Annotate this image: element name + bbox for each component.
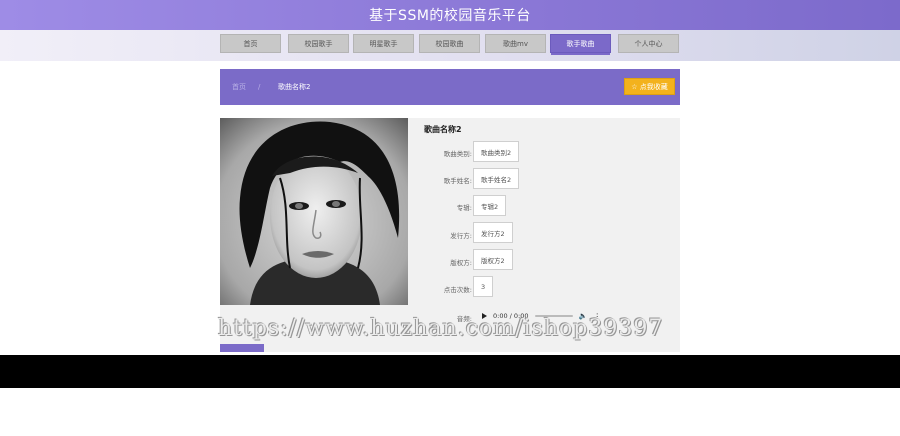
breadcrumb-separator: / [258,83,261,91]
song-detail-panel: 歌曲名称2 歌曲类别: 歌曲类别2 歌手姓名: 歌手姓名2 专辑: 专辑2 发行… [220,118,680,352]
volume-icon[interactable]: 🔈 [579,312,588,320]
nav-item-song-mv[interactable]: 歌曲mv [485,34,546,53]
play-icon[interactable] [482,313,487,319]
site-header: 基于SSM的校园音乐平台 [0,0,900,30]
field-label-singer: 歌手姓名: [443,177,472,185]
field-label-category: 歌曲类别: [443,150,472,158]
nav-item-campus-singers[interactable]: 校园歌手 [288,34,349,53]
breadcrumb-home-link[interactable]: 首页 [232,82,246,92]
field-label-album: 专辑: [456,204,472,212]
field-label-copyright: 版权方: [450,259,472,267]
nav-item-home[interactable]: 首页 [220,34,281,53]
field-value-click-count: 3 [473,276,494,297]
main-nav: 首页 校园歌手 明星歌手 校园歌曲 歌曲mv 歌手歌曲 个人中心 [0,30,900,61]
nav-item-campus-songs[interactable]: 校园歌曲 [419,34,480,53]
nav-item-personal-center[interactable]: 个人中心 [618,34,679,53]
nav-item-star-singers[interactable]: 明星歌手 [353,34,414,53]
more-vertical-icon[interactable]: ⋮ [593,312,601,321]
favorite-button[interactable]: ☆ 点我收藏 [624,78,675,95]
breadcrumb-bar: 首页 / 歌曲名称2 ☆ 点我收藏 [220,69,680,105]
field-label-click-count: 点击次数: [443,286,472,294]
field-value-publisher: 发行方2 [473,222,513,243]
field-label-publisher: 发行方: [450,232,472,240]
song-title: 歌曲名称2 [424,125,462,134]
field-value-category: 歌曲类别2 [473,141,520,162]
song-cover-image [220,118,408,305]
field-value-copyright: 版权方2 [473,249,513,270]
field-label-audio: 音频: [456,315,472,323]
site-title: 基于SSM的校园音乐平台 [369,8,531,24]
breadcrumb-current: 歌曲名称2 [278,83,311,91]
black-bar [0,355,900,388]
audio-time: 0:00 / 0:00 [493,312,529,320]
field-value-singer: 歌手姓名2 [473,168,520,189]
field-value-album: 专辑2 [473,195,507,216]
audio-progress-slider[interactable] [534,315,573,317]
nav-item-singer-songs[interactable]: 歌手歌曲 [550,34,611,55]
tab-indicator[interactable] [220,344,264,352]
audio-player[interactable]: 0:00 / 0:00 🔈 ⋮ [482,309,612,323]
